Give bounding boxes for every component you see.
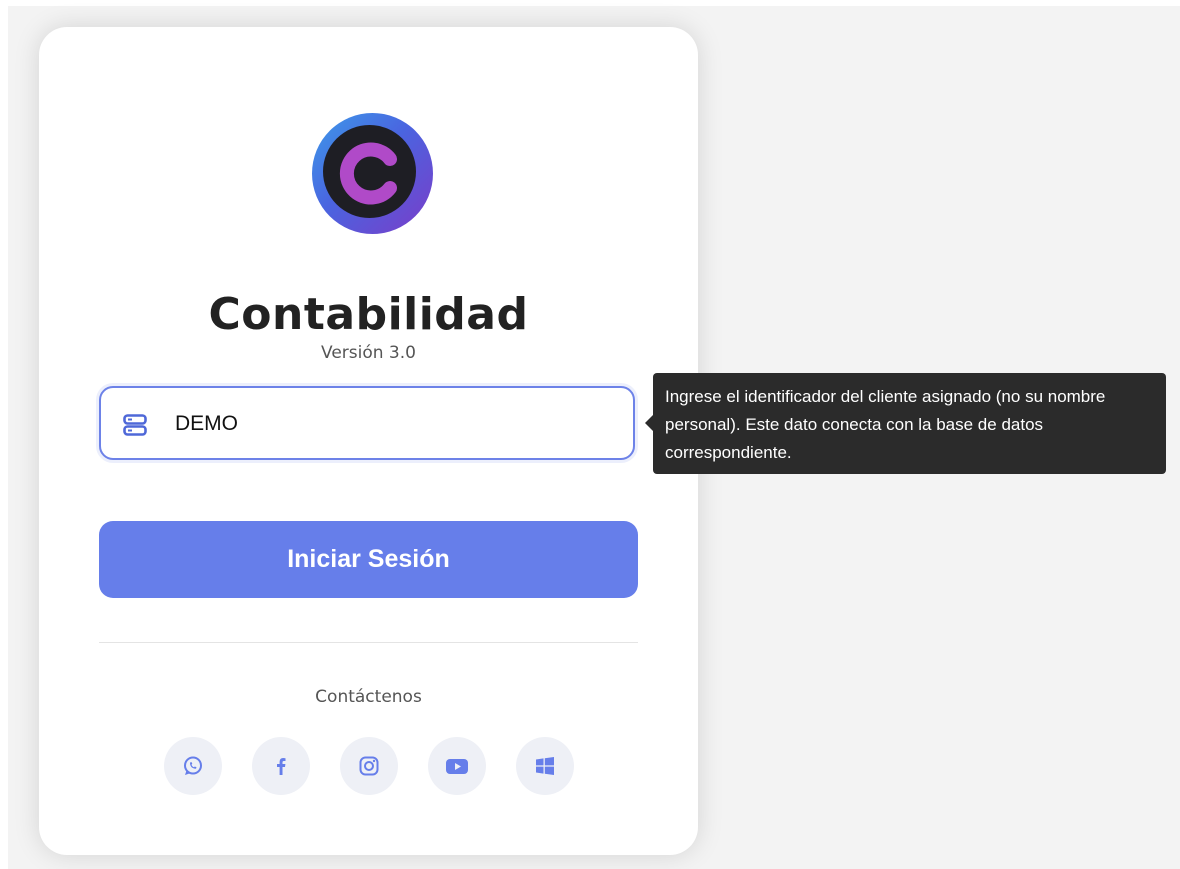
database-icon: [123, 414, 147, 440]
client-id-tooltip: Ingrese el identificador del cliente asi…: [653, 373, 1166, 474]
app-version: Versión 3.0: [321, 343, 416, 363]
whatsapp-icon: [184, 756, 202, 775]
app-title: Contabilidad: [208, 289, 529, 340]
youtube-button[interactable]: [428, 737, 486, 795]
login-button[interactable]: Iniciar Sesión: [99, 521, 638, 598]
windows-button[interactable]: [516, 737, 574, 795]
c-logo-icon: [339, 142, 397, 205]
contact-label: Contáctenos: [315, 687, 422, 707]
windows-icon: [536, 757, 554, 775]
instagram-button[interactable]: [340, 737, 398, 795]
client-id-field[interactable]: [99, 386, 635, 460]
divider: [99, 642, 638, 643]
client-id-input[interactable]: [175, 406, 605, 442]
app-logo: [312, 113, 433, 234]
facebook-icon: [277, 758, 286, 775]
whatsapp-button[interactable]: [164, 737, 222, 795]
tooltip-arrow: [645, 415, 653, 431]
youtube-icon: [446, 759, 468, 774]
instagram-icon: [359, 756, 379, 776]
facebook-button[interactable]: [252, 737, 310, 795]
